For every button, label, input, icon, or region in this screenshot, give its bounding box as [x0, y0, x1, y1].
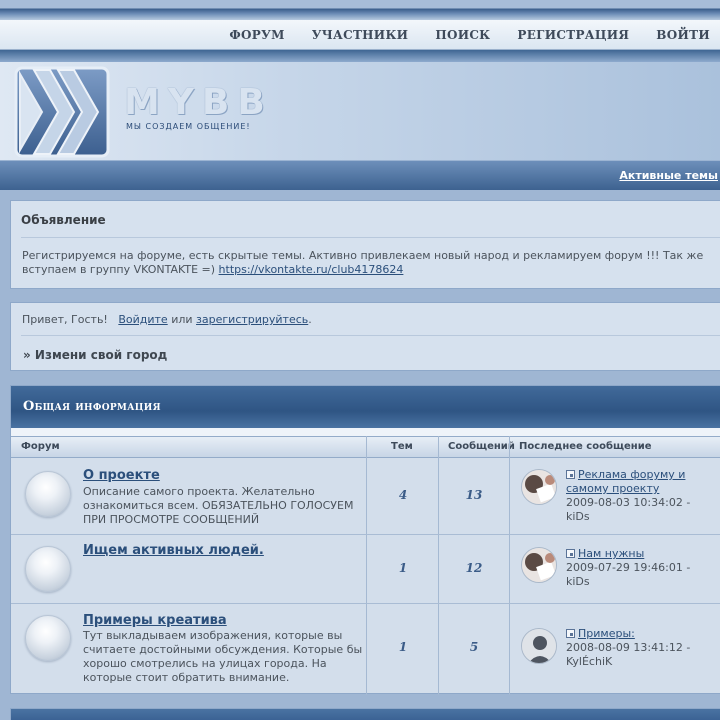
- greeting-text: Привет, Гость!: [22, 313, 108, 326]
- forum-description: Описание самого проекта. Желательно озна…: [83, 485, 354, 526]
- posts-count: 5: [469, 640, 479, 654]
- category-general-info: Общая информация Форум Тем Сообщений Пос…: [10, 385, 720, 695]
- col-forum: Форум: [21, 441, 60, 452]
- last-post-link[interactable]: Реклама форуму и самому проекту: [566, 468, 685, 495]
- topics-count: 1: [398, 640, 408, 654]
- last-post-date: 2009-07-29 19:46:01 -: [566, 561, 691, 574]
- next-category-header: [10, 708, 720, 720]
- user-avatar[interactable]: [521, 628, 557, 664]
- forum-row: О проекте Описание самого проекта. Желат…: [11, 458, 720, 535]
- topics-count: 4: [398, 488, 408, 502]
- nav-login[interactable]: ВОЙТИ: [656, 28, 710, 42]
- forum-status-icon: [25, 471, 71, 517]
- forum-title-link[interactable]: Примеры креатива: [83, 613, 227, 628]
- announcement-title: Объявление: [21, 213, 106, 227]
- site-header: MYBB: [0, 62, 720, 160]
- col-last-post: Последнее сообщение: [519, 441, 652, 452]
- category-gap: [11, 428, 720, 436]
- last-post-user: kiDs: [566, 575, 590, 588]
- forum-description: Тут выкладываем изображения, которые вы …: [83, 629, 363, 684]
- nav-search[interactable]: ПОИСК: [435, 28, 490, 42]
- last-post-user: kiDs: [566, 510, 590, 523]
- category-title[interactable]: Общая информация: [23, 399, 161, 414]
- period: .: [308, 313, 312, 326]
- last-post-date: 2009-08-03 10:34:02 -: [566, 496, 691, 509]
- subbar: Активные темы: [0, 160, 720, 190]
- or-text: или: [171, 313, 193, 326]
- forum-status-icon: [25, 615, 71, 661]
- announcement-text: Регистрируемся на форуме, есть скрытые т…: [22, 249, 720, 277]
- category-header: Общая информация: [11, 386, 720, 428]
- last-post-info: Реклама форуму и самому проекту 2009-08-…: [566, 468, 720, 524]
- login-link[interactable]: Войдите: [118, 313, 167, 326]
- welcome-panel: Привет, Гость! Войдите или зарегистрируй…: [10, 302, 720, 371]
- logo-slogan: мы создаем общение!: [126, 122, 251, 131]
- main-navbar: ФОРУМ УЧАСТНИКИ ПОИСК РЕГИСТРАЦИЯ ВОЙТИ: [0, 20, 720, 50]
- last-post-date: 2008-08-09 13:41:12 -: [566, 641, 691, 654]
- last-post-link[interactable]: Примеры:: [578, 627, 635, 640]
- user-avatar[interactable]: [521, 547, 557, 583]
- last-post-link[interactable]: Нам нужны: [578, 547, 644, 560]
- vk-group-link[interactable]: https://vkontakte.ru/club4178624: [219, 263, 404, 276]
- posts-count: 12: [465, 561, 483, 575]
- active-topics-link[interactable]: Активные темы: [619, 169, 718, 182]
- nav-register[interactable]: РЕГИСТРАЦИЯ: [517, 28, 629, 42]
- change-city-link[interactable]: » Измени свой город: [23, 348, 167, 362]
- welcome-line: Привет, Гость! Войдите или зарегистрируй…: [22, 313, 312, 326]
- nav-shadow: [0, 50, 720, 62]
- forum-title-link[interactable]: О проекте: [83, 468, 160, 483]
- register-link[interactable]: зарегистрируйтесь: [196, 313, 308, 326]
- posts-count: 13: [465, 488, 483, 502]
- divider: [21, 237, 720, 238]
- forum-row: Примеры креатива Тут выкладываем изображ…: [11, 604, 720, 694]
- logo-chevron-icon[interactable]: [12, 64, 112, 160]
- forum-row: Ищем активных людей. 1 12 Нам нужны 2009…: [11, 535, 720, 604]
- nav-members[interactable]: УЧАСТНИКИ: [312, 28, 409, 42]
- col-topics: Тем: [391, 441, 413, 452]
- last-post-info: Нам нужны 2009-07-29 19:46:01 - kiDs: [566, 547, 720, 589]
- divider: [21, 335, 720, 336]
- post-icon: [566, 470, 575, 479]
- user-avatar[interactable]: [521, 469, 557, 505]
- post-icon: [566, 549, 575, 558]
- logo-text: MYBB: [124, 82, 273, 123]
- announcement-panel: Объявление Регистрируемся на форуме, ест…: [10, 200, 720, 289]
- col-posts: Сообщений: [448, 441, 515, 452]
- forum-title-link[interactable]: Ищем активных людей.: [83, 543, 264, 558]
- post-icon: [566, 629, 575, 638]
- last-post-user: KylÉchiK: [566, 655, 613, 668]
- nav-forum[interactable]: ФОРУМ: [229, 28, 284, 42]
- top-strip: [0, 0, 720, 20]
- forum-status-icon: [25, 546, 71, 592]
- last-post-info: Примеры: 2008-08-09 13:41:12 - KylÉchiK: [566, 627, 720, 669]
- topics-count: 1: [398, 561, 408, 575]
